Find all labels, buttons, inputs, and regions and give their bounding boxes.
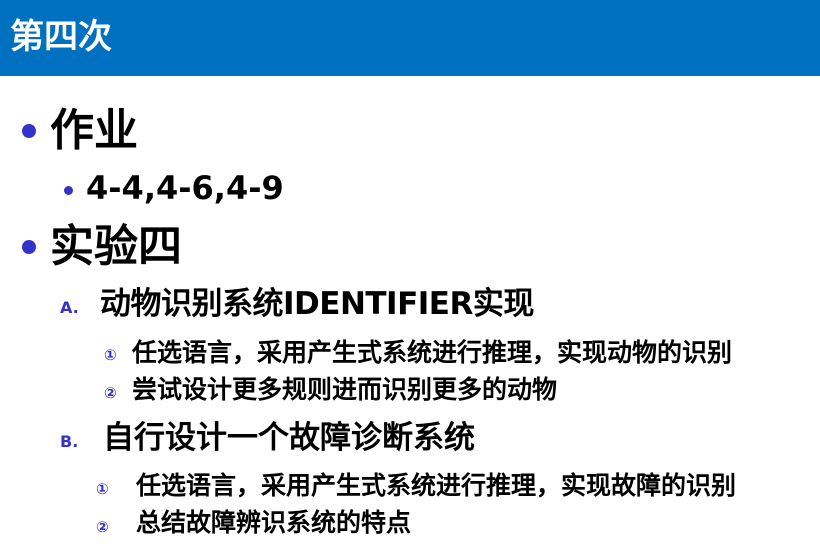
bullet-dot-icon	[64, 186, 73, 195]
lab-task-text: 自行设计一个故障诊断系统	[103, 420, 475, 456]
lab-task-text: 动物识别系统IDENTIFIER实现	[100, 286, 534, 322]
bullet-dot-icon	[22, 124, 36, 138]
list-marker: ①	[96, 480, 109, 498]
list-marker: B.	[60, 432, 79, 451]
bullet-text: 作业	[50, 105, 138, 156]
list-marker: ②	[104, 384, 117, 402]
assignment-numbers: 4-4,4-6,4-9	[86, 169, 284, 207]
title-bar: 第四次	[0, 0, 820, 76]
slide-title: 第四次	[10, 17, 112, 57]
lab-subtask-text: 任选语言，采用产生式系统进行推理，实现动物的识别	[132, 338, 733, 367]
bullet-dot-icon	[22, 240, 36, 254]
list-marker: ②	[96, 518, 109, 536]
list-marker: A.	[60, 298, 79, 317]
bullet-text: 实验四	[50, 221, 182, 272]
lab-subtask-text: 总结故障辨识系统的特点	[136, 508, 412, 537]
lab-subtask-text: 任选语言，采用产生式系统进行推理，实现故障的识别	[136, 471, 737, 500]
list-marker: ①	[104, 346, 117, 364]
lab-subtask-text: 尝试设计更多规则进而识别更多的动物	[132, 375, 558, 404]
